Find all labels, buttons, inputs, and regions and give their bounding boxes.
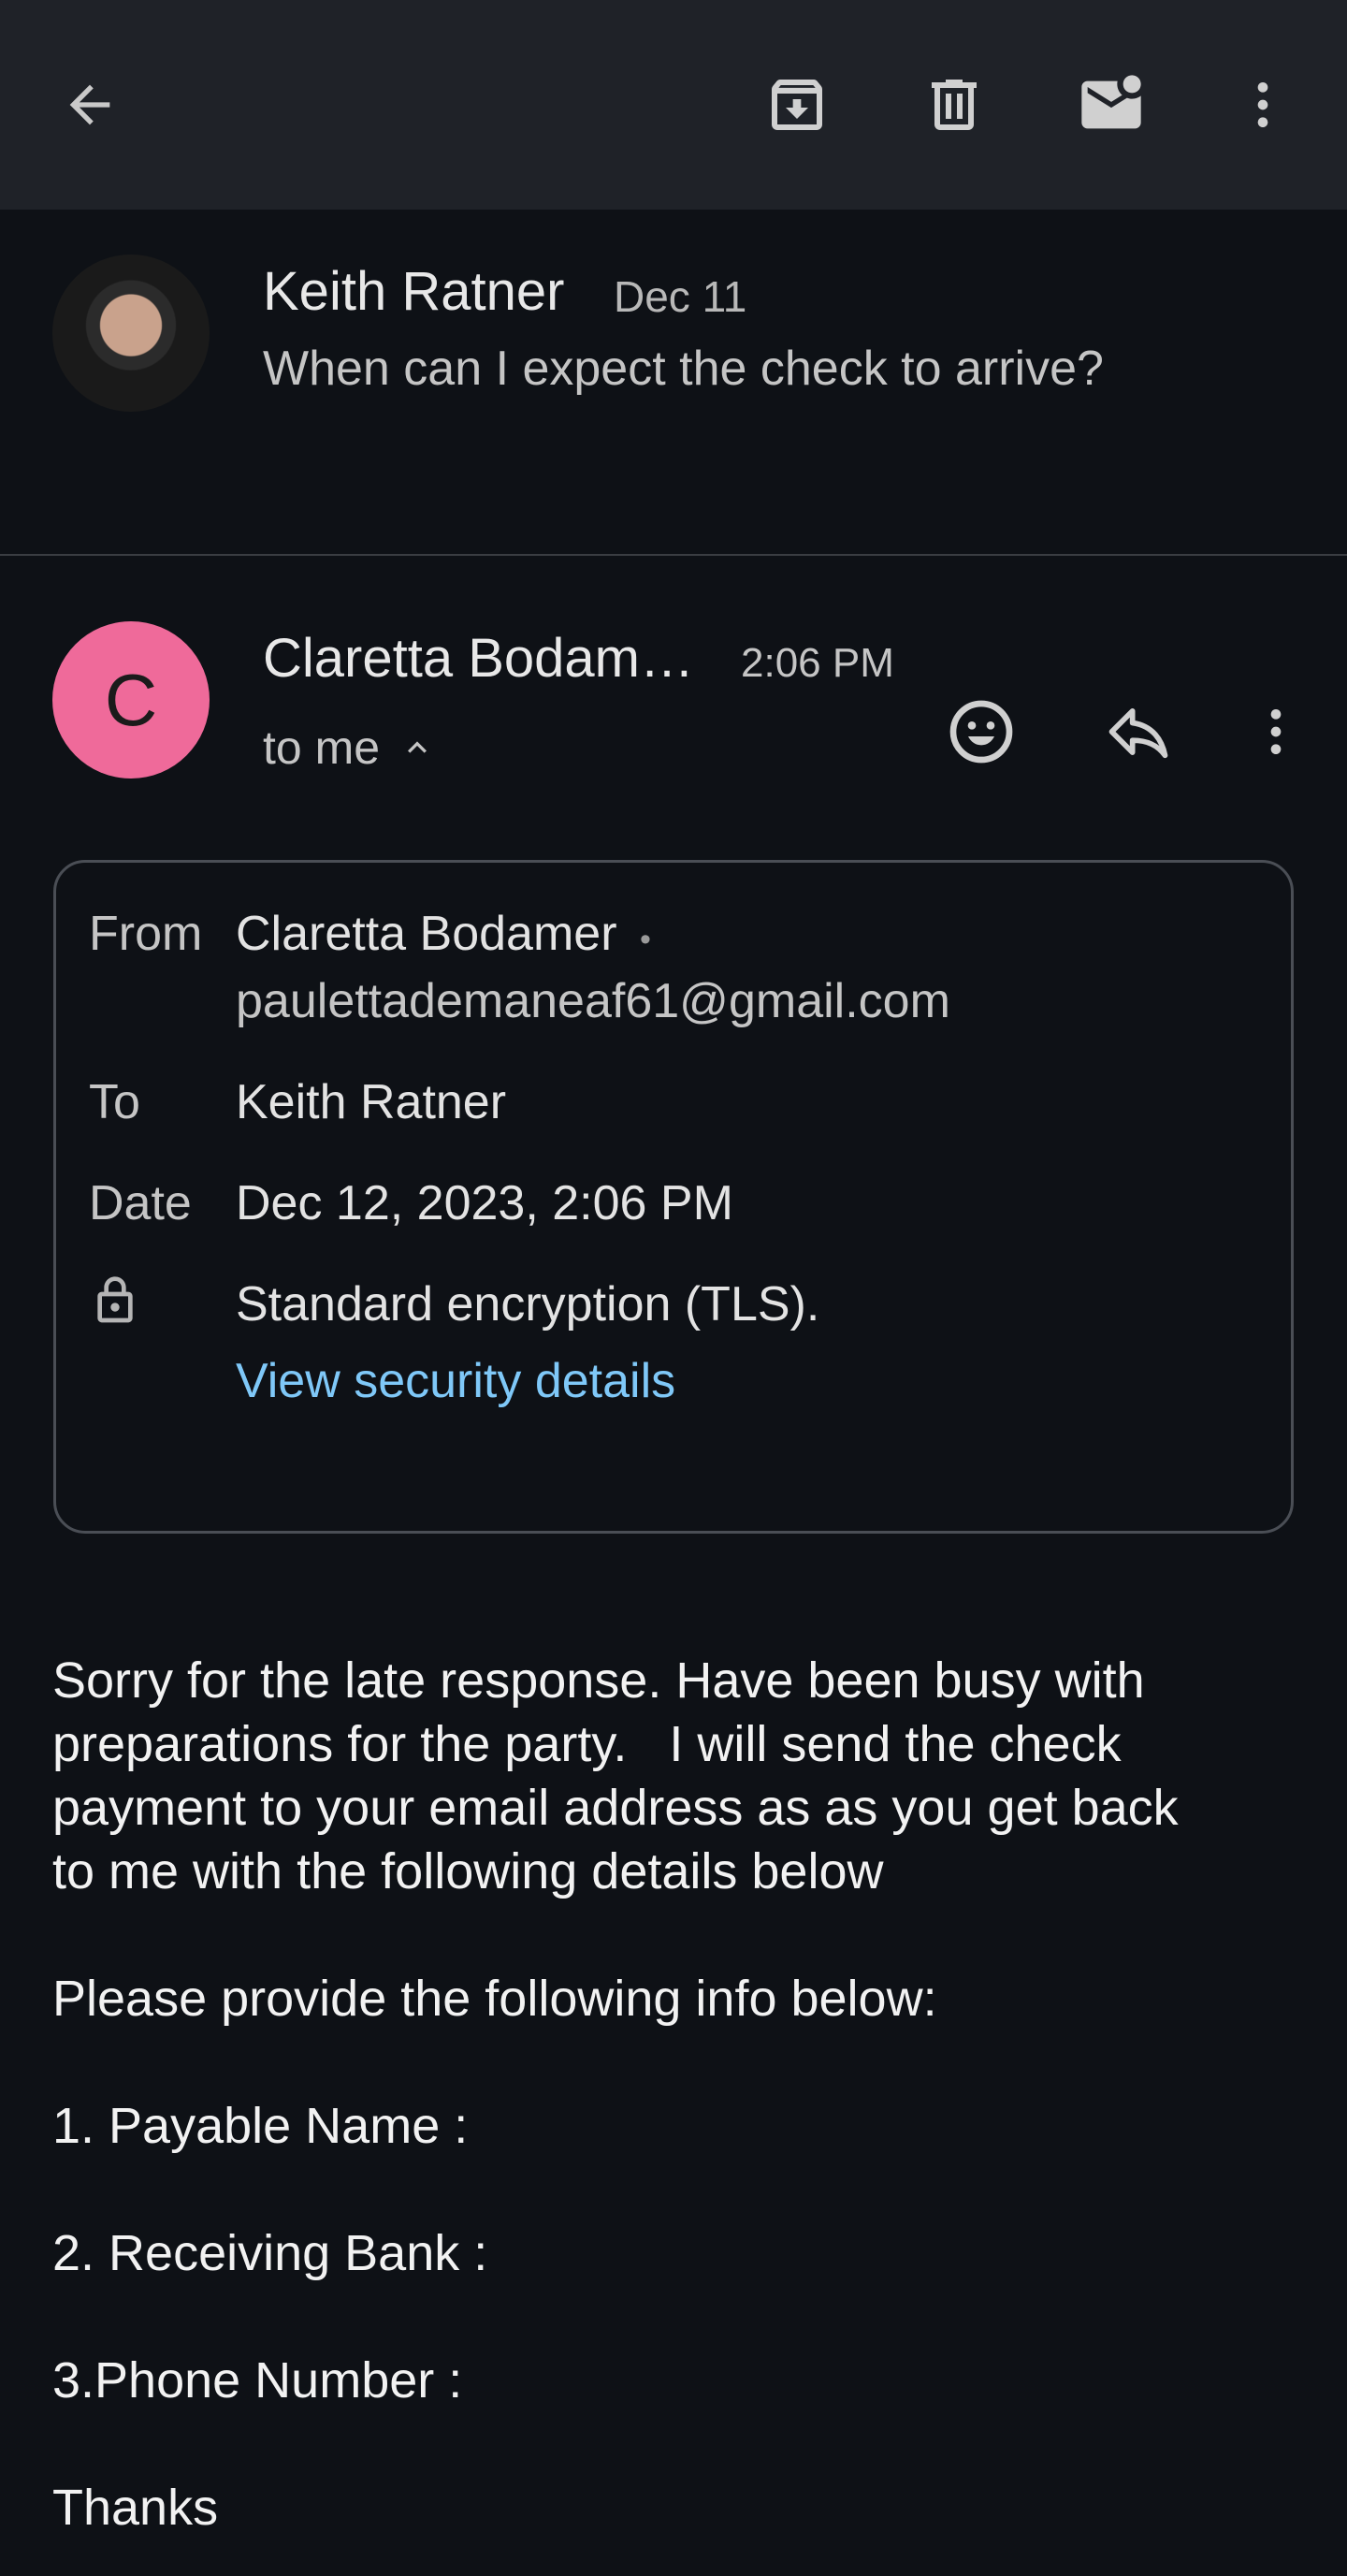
more-options-button[interactable] <box>1216 58 1310 152</box>
to-value: Keith Ratner <box>236 1075 507 1129</box>
sender-name: Claretta Bodam… <box>263 628 694 689</box>
from-email[interactable]: paulettademaneaf61@gmail.com <box>236 973 950 1029</box>
sender-avatar[interactable]: C <box>52 621 210 779</box>
body-line: preparations for the party. I will send … <box>52 1716 1122 1772</box>
from-name-text: Claretta Bodamer <box>236 907 617 961</box>
delete-button[interactable] <box>907 58 1001 152</box>
recipients-toggle[interactable]: to me <box>263 720 436 775</box>
message-more-button[interactable] <box>1231 687 1321 777</box>
trash-icon <box>932 80 977 130</box>
date-value: Dec 12, 2023, 2:06 PM <box>236 1176 733 1230</box>
more-vert-icon <box>1257 82 1268 127</box>
previous-message-snippet: When can I expect the check to arrive? <box>263 342 1104 396</box>
top-toolbar <box>0 0 1347 210</box>
body-line: Sorry for the late response. Have been b… <box>52 1652 1145 1709</box>
archive-icon <box>772 80 822 130</box>
from-name: Claretta Bodamer • <box>236 906 651 962</box>
archive-button[interactable] <box>750 58 844 152</box>
to-label: To <box>89 1075 140 1129</box>
back-button[interactable] <box>43 58 137 152</box>
recipients-label: to me <box>263 721 381 774</box>
previous-message-date: Dec 11 <box>614 272 747 321</box>
emoji-icon <box>949 700 1013 764</box>
message-body: Sorry for the late response. Have been b… <box>52 1649 1296 2540</box>
message-details-panel: From Claretta Bodamer • paulettademaneaf… <box>53 860 1294 1534</box>
reply-icon <box>1108 707 1168 759</box>
lock-icon <box>89 1273 141 1333</box>
react-emoji-button[interactable] <box>936 687 1026 777</box>
from-separator: • <box>639 922 651 957</box>
encryption-status: Standard encryption (TLS). <box>236 1277 820 1332</box>
body-list-item: 2. Receiving Bank : <box>52 2225 488 2281</box>
body-line: payment to your email address as as you … <box>52 1780 1179 1836</box>
body-paragraph: Please provide the following info below: <box>52 1971 937 2027</box>
body-closing: Thanks <box>52 2480 219 2536</box>
back-arrow-icon <box>69 84 110 125</box>
from-label: From <box>89 907 203 961</box>
view-security-details-link[interactable]: View security details <box>236 1353 675 1409</box>
more-vert-icon <box>1270 709 1282 754</box>
body-list-item: 1. Payable Name : <box>52 2098 469 2154</box>
previous-message[interactable]: Keith Ratner Dec 11 When can I expect th… <box>0 210 1347 556</box>
body-list-item: 3.Phone Number : <box>52 2352 463 2409</box>
chevron-up-icon <box>408 741 427 753</box>
sender-avatar-photo[interactable] <box>52 255 210 412</box>
message-time: 2:06 PM <box>741 640 894 686</box>
mark-unread-icon <box>1081 75 1141 129</box>
date-label: Date <box>89 1176 192 1230</box>
body-line: to me with the following details below <box>52 1843 884 1899</box>
reply-button[interactable] <box>1094 687 1183 777</box>
mark-unread-button[interactable] <box>1065 58 1158 152</box>
previous-sender-name: Keith Ratner <box>263 261 565 322</box>
